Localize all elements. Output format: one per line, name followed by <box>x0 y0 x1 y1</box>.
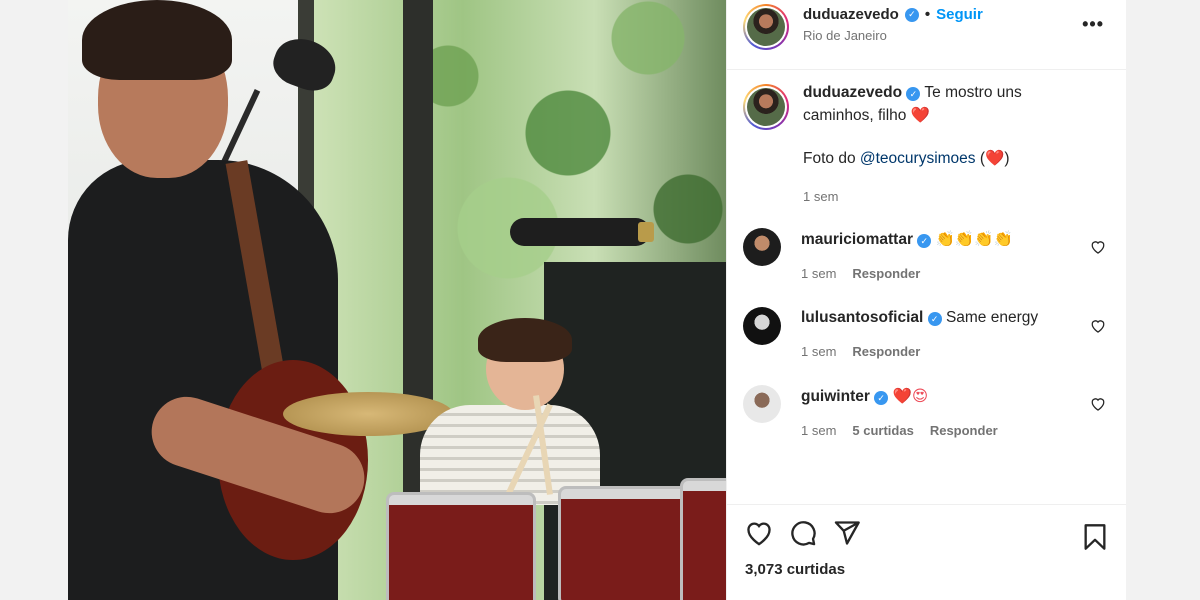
like-comment-heart-icon[interactable] <box>1090 240 1106 254</box>
commenter-avatar[interactable] <box>743 385 781 423</box>
caption-row: duduazevedo ✓ Te mostro uns caminhos, fi… <box>743 84 1110 208</box>
author-avatar-image <box>747 8 785 46</box>
photo-microphone-tip <box>638 222 654 242</box>
comment-row: lulusantosoficial ✓ Same energy 1 sem Re… <box>743 307 1110 363</box>
follow-button[interactable]: Seguir <box>936 6 983 23</box>
commenter-avatar[interactable] <box>743 228 781 266</box>
caption-avatar-image <box>747 88 785 126</box>
post-location[interactable]: Rio de Janeiro <box>803 28 983 43</box>
photo-credit-mention[interactable]: @teocurysimoes <box>860 150 976 167</box>
heart-icon[interactable] <box>745 519 773 547</box>
author-avatar[interactable] <box>743 4 789 50</box>
verified-badge-icon: ✓ <box>874 391 889 405</box>
heart-emoji: ❤️ <box>985 149 1005 167</box>
caption-time[interactable]: 1 sem <box>803 186 838 208</box>
caption-avatar[interactable] <box>743 84 789 130</box>
caption-username[interactable]: duduazevedo <box>803 84 902 101</box>
comment-time[interactable]: 1 sem <box>801 263 836 285</box>
photo-drum <box>558 486 693 600</box>
instagram-post: duduazevedo ✓ • Seguir Rio de Janeiro ••… <box>68 0 1126 600</box>
heart-emoji: ❤️ <box>910 106 931 124</box>
post-header: duduazevedo ✓ • Seguir Rio de Janeiro ••… <box>727 0 1126 70</box>
comment-time[interactable]: 1 sem <box>801 420 836 442</box>
separator-dot: • <box>924 6 931 23</box>
verified-badge-icon: ✓ <box>904 7 919 22</box>
reply-button[interactable]: Responder <box>852 263 920 285</box>
photo-credit-prefix: Foto do <box>803 150 856 167</box>
commenter-avatar[interactable] <box>743 307 781 345</box>
photo-microphone <box>510 218 650 246</box>
post-header-text: duduazevedo ✓ • Seguir Rio de Janeiro <box>803 6 983 43</box>
reply-button[interactable]: Responder <box>930 420 998 442</box>
like-comment-heart-icon[interactable] <box>1090 397 1106 411</box>
photo-drum <box>680 478 726 600</box>
post-sidebar: duduazevedo ✓ • Seguir Rio de Janeiro ••… <box>726 0 1126 600</box>
comment-time[interactable]: 1 sem <box>801 341 836 363</box>
verified-badge-icon: ✓ <box>927 312 942 326</box>
comment-text: ❤️😍 <box>892 387 928 405</box>
like-comment-heart-icon[interactable] <box>1090 319 1106 333</box>
likes-count[interactable]: 3,073 curtidas <box>745 561 1110 578</box>
post-actions: 3,073 curtidas <box>727 504 1126 600</box>
comment-icon[interactable] <box>789 519 817 547</box>
more-options-icon[interactable]: ••• <box>1082 14 1104 35</box>
comment-username[interactable]: lulusantosoficial <box>801 309 923 326</box>
verified-badge-icon: ✓ <box>917 234 932 248</box>
comment-username[interactable]: guiwinter <box>801 388 870 405</box>
photo-man-hair <box>82 0 232 80</box>
comment-row: mauriciomattar ✓ 👏👏👏👏 1 sem Responder <box>743 228 1110 285</box>
comments-section: duduazevedo ✓ Te mostro uns caminhos, fi… <box>727 70 1126 504</box>
photo-drum <box>386 492 536 600</box>
post-photo[interactable] <box>68 0 726 600</box>
bookmark-icon[interactable] <box>1082 523 1108 551</box>
reply-button[interactable]: Responder <box>852 341 920 363</box>
verified-badge-icon: ✓ <box>906 87 921 101</box>
author-username[interactable]: duduazevedo <box>803 6 899 23</box>
comment-username[interactable]: mauriciomattar <box>801 231 913 248</box>
photo-credit-close: ) <box>1004 150 1010 167</box>
comment-likes-count[interactable]: 5 curtidas <box>852 420 913 442</box>
comment-text: Same energy <box>945 309 1039 326</box>
photo-child-hair <box>478 318 572 362</box>
comment-row: guiwinter ✓ ❤️😍 1 sem 5 curtidas Respond… <box>743 385 1110 442</box>
comment-text: 👏👏👏👏 <box>935 230 1013 248</box>
paper-plane-icon[interactable] <box>833 519 861 547</box>
